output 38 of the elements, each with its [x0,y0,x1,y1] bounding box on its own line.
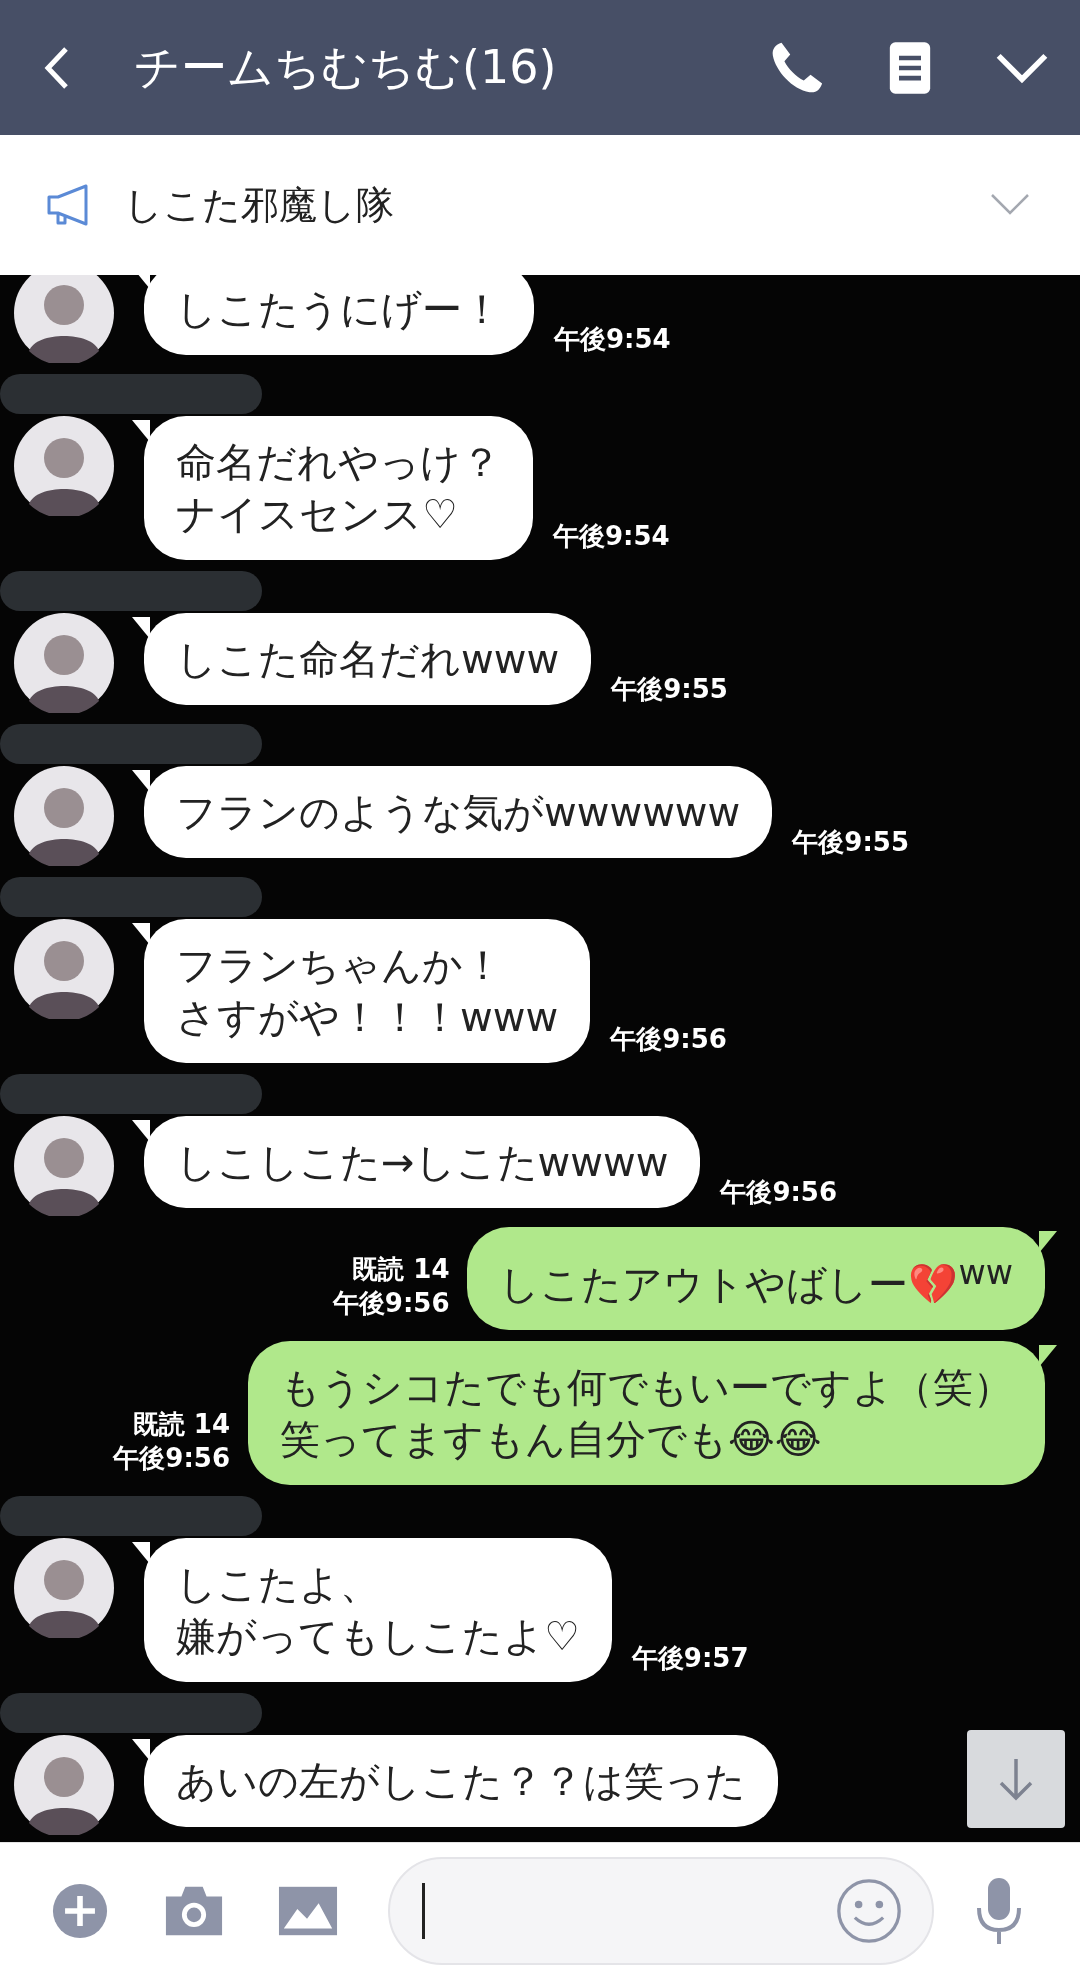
message-time: 午後9:56 [332,1287,450,1321]
message-time: 午後9:57 [631,1642,749,1676]
chat-title: チームちむちむ(16) [134,38,558,96]
message-bubble: フランのような気がwwwwww [144,766,773,858]
message-bubble: あいの左がしこた？？は笑った [144,1735,778,1828]
avatar[interactable] [14,1735,114,1836]
read-receipt: 既読 14 [352,1253,450,1287]
bubble-tail [1039,1345,1057,1368]
avatar[interactable] [14,613,114,713]
avatar[interactable] [14,766,114,866]
read-receipt: 既読 14 [132,1408,230,1442]
message-time: 午後9:55 [792,826,909,859]
announcement-bar[interactable]: しこた邪魔し隊 [0,135,1080,275]
message-bubble: しこたアウトやばしー💔$^{ww}$ [467,1227,1045,1331]
message-bubble: しこた命名だれwww [144,613,592,705]
message-bubble: フランちゃんか！ さすがや！！！www [144,919,591,1063]
message-time: 午後9:54 [554,323,671,356]
bubble-tail [1039,1231,1057,1253]
avatar[interactable] [14,1116,114,1216]
message-time: 午後9:54 [553,520,670,553]
smiley-icon[interactable] [836,1878,902,1944]
microphone-icon[interactable] [974,1876,1024,1946]
message-bubble: しこしこた→しこたwwww [144,1116,701,1208]
avatar[interactable] [14,416,114,516]
announcement-text: しこた邪魔し隊 [124,181,395,229]
message-bubble: 命名だれやっけ？ ナイスセンス♡ [144,416,533,560]
avatar[interactable] [14,1538,114,1639]
message-bubble: しこたよ、 嫌がってもしこたよ♡ [144,1538,612,1683]
avatar[interactable] [14,275,114,363]
message-time: 午後9:56 [610,1023,727,1056]
message-time: 午後9:55 [611,673,728,706]
avatar[interactable] [14,919,114,1019]
note-icon[interactable] [888,39,932,96]
message-bubble: しこたうにげー！ [144,275,534,355]
plus-icon[interactable] [50,1883,110,1939]
message-time: 午後9:56 [720,1176,838,1209]
message-time: 午後9:56 [113,1442,230,1476]
message-bubble: もうシコたでも何でもいーですよ（笑） 笑ってますもん自分でも😂😂 [248,1341,1045,1486]
